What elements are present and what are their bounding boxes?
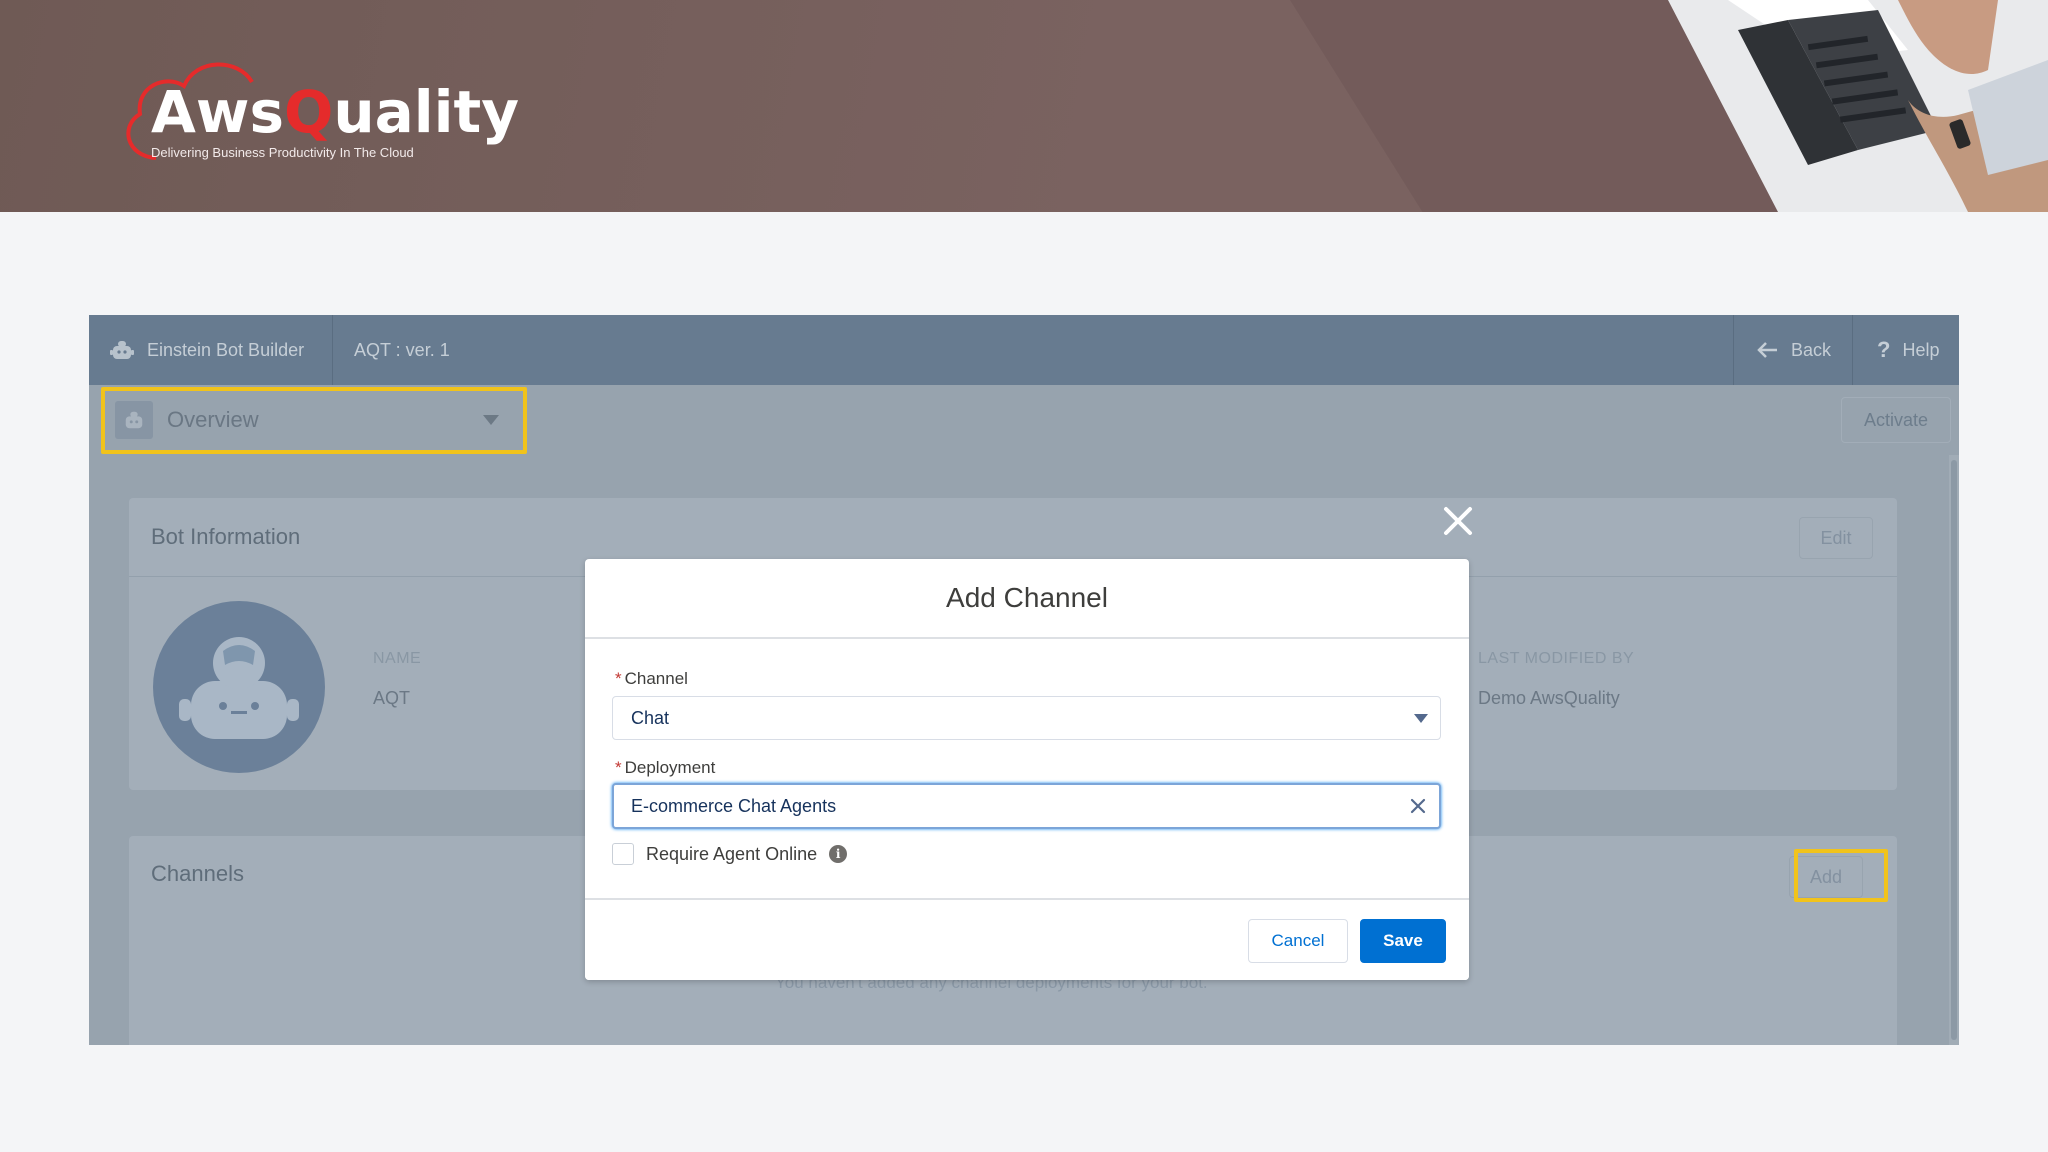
modal-header: Add Channel bbox=[585, 559, 1469, 639]
close-icon[interactable] bbox=[1442, 505, 1474, 537]
logo-tagline: Delivering Business Productivity In The … bbox=[151, 145, 414, 160]
save-button[interactable]: Save bbox=[1360, 919, 1446, 963]
help-button[interactable]: ? Help bbox=[1877, 315, 1939, 385]
channel-selected-value: Chat bbox=[631, 707, 670, 728]
bot-info-title: Bot Information bbox=[151, 524, 301, 549]
back-label: Back bbox=[1791, 339, 1832, 360]
app-name-label: Einstein Bot Builder bbox=[147, 339, 305, 360]
modal-footer: Cancel Save bbox=[585, 898, 1469, 980]
deployment-input[interactable]: E-commerce Chat Agents bbox=[612, 783, 1441, 829]
require-agent-row: Require Agent Online i bbox=[612, 842, 848, 866]
scrollbar-thumb[interactable] bbox=[1951, 460, 1957, 1040]
cancel-button[interactable]: Cancel bbox=[1248, 919, 1348, 963]
bot-avatar bbox=[153, 601, 325, 773]
deployment-label-text: Deployment bbox=[624, 758, 716, 777]
modal-title: Add Channel bbox=[946, 582, 1108, 613]
name-value: AQT bbox=[373, 688, 411, 708]
deployment-label: * Deployment bbox=[615, 758, 715, 778]
laptop-photo bbox=[1668, 0, 2048, 212]
add-highlight bbox=[1794, 849, 1888, 902]
last-modified-value: Demo AwsQuality bbox=[1478, 688, 1620, 708]
brand-banner: AwsQuality Delivering Business Productiv… bbox=[0, 0, 2048, 212]
deployment-value: E-commerce Chat Agents bbox=[631, 795, 837, 816]
edit-button[interactable]: Edit bbox=[1799, 517, 1873, 559]
topbar-divider bbox=[332, 315, 333, 385]
add-channel-modal: Add Channel * Channel Chat * Deployment E-… bbox=[585, 559, 1469, 980]
app-topbar: Einstein Bot Builder AQT : ver. 1 Back ?… bbox=[89, 315, 1959, 385]
bot-version: AQT : ver. 1 bbox=[354, 339, 450, 360]
topbar-divider bbox=[1733, 315, 1734, 385]
name-label: NAME bbox=[373, 650, 422, 667]
channels-title: Channels bbox=[151, 861, 244, 886]
awsquality-logo: AwsQuality Delivering Business Productiv… bbox=[118, 56, 519, 176]
require-agent-checkbox[interactable] bbox=[612, 843, 634, 865]
clear-icon[interactable] bbox=[1409, 797, 1427, 815]
arrow-left-icon bbox=[1757, 342, 1777, 358]
help-label: Help bbox=[1902, 339, 1940, 360]
chevron-down-icon bbox=[1414, 714, 1428, 723]
back-button[interactable]: Back bbox=[1757, 315, 1831, 385]
require-agent-label: Require Agent Online bbox=[646, 843, 818, 864]
channel-label-text: Channel bbox=[624, 669, 688, 688]
activate-button[interactable]: Activate bbox=[1841, 397, 1951, 443]
app-name[interactable]: Einstein Bot Builder bbox=[109, 315, 304, 385]
logo-wordmark: AwsQuality bbox=[151, 78, 520, 146]
bot-avatar-icon bbox=[179, 637, 299, 739]
last-modified-label: LAST MODIFIED BY bbox=[1478, 650, 1635, 667]
channel-label: * Channel bbox=[615, 669, 688, 689]
bot-icon bbox=[110, 341, 134, 359]
topbar-divider bbox=[1852, 315, 1853, 385]
question-icon: ? bbox=[1877, 337, 1891, 362]
required-marker: * bbox=[615, 669, 622, 688]
info-icon[interactable]: i bbox=[829, 845, 848, 863]
channel-select[interactable]: Chat bbox=[612, 696, 1441, 740]
overview-highlight bbox=[101, 387, 527, 454]
required-marker: * bbox=[615, 758, 622, 777]
